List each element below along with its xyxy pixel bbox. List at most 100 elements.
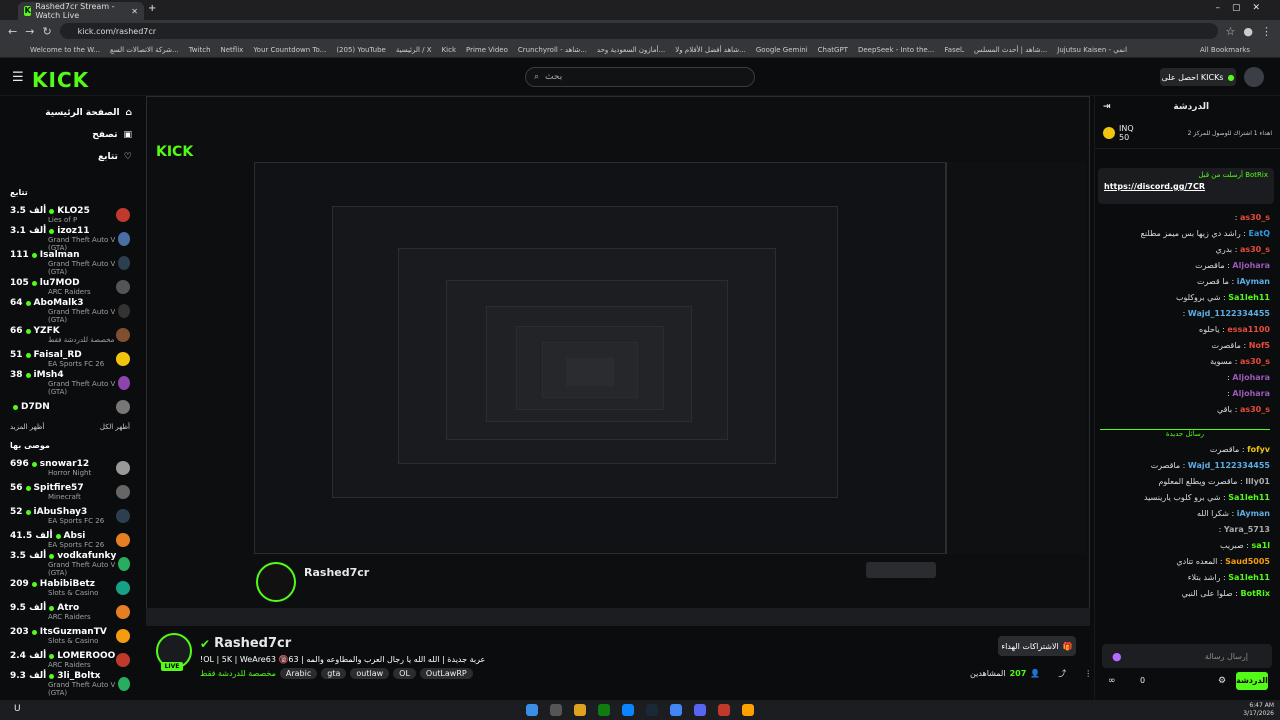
steam-icon[interactable] <box>646 704 658 716</box>
gift-subscriptions-button[interactable]: الاشتراكات الهداء 🎁 <box>998 636 1076 656</box>
share-icon[interactable]: ⤴ <box>1058 668 1066 679</box>
chat-username[interactable]: Sa1leh11 <box>1228 573 1270 582</box>
bookmark-item[interactable]: (205) YouTube <box>336 46 386 54</box>
more-options-icon[interactable]: ⋮ <box>1084 669 1092 678</box>
chat-username[interactable]: iAyman <box>1237 509 1270 518</box>
bookmark-item[interactable]: Jujutsu Kaisen - انمي <box>1057 46 1127 54</box>
window-controls[interactable]: –▢✕ <box>1215 3 1272 13</box>
app-icon[interactable] <box>718 704 730 716</box>
channel-name[interactable]: Rashed7cr <box>214 636 291 651</box>
chat-username[interactable]: Nof5 <box>1249 341 1270 350</box>
send-chat-button[interactable]: الدردشة <box>1236 672 1268 690</box>
sidebar-channel[interactable]: 38 iMsh4 Grand Theft Auto V (GTA) <box>0 370 140 396</box>
chat-username[interactable]: Sa1leh11 <box>1228 493 1270 502</box>
collapse-chat-icon[interactable]: ⇥ <box>1103 102 1111 112</box>
bookmark-item[interactable]: Your Countdown To... <box>253 46 326 54</box>
tag-chip[interactable]: Arabic <box>279 668 318 679</box>
xbox-icon[interactable] <box>598 704 610 716</box>
start-icon[interactable] <box>526 704 538 716</box>
get-kicks-button[interactable]: احصل على KICKs ● <box>1160 68 1236 86</box>
bookmark-star-icon[interactable]: ☆ <box>1226 25 1236 38</box>
bookmark-item[interactable]: ChatGPT <box>818 46 848 54</box>
nav-following[interactable]: ♡ تتابع <box>0 146 140 168</box>
chat-username[interactable]: Wajd_1122334455 <box>1188 309 1270 318</box>
bookmark-item[interactable]: Google Gemini <box>756 46 808 54</box>
sidebar-channel[interactable]: 3.5 ألف KLO25 Lies of P <box>0 203 140 227</box>
profile-icon[interactable]: ● <box>1243 25 1253 38</box>
sidebar-channel[interactable]: 52 iAbuShay3 EA Sports FC 26 <box>0 504 140 528</box>
chat-settings-icon[interactable]: ⚙ <box>1218 676 1226 686</box>
bookmark-item[interactable]: Crunchyroll - شاهد... <box>518 46 587 54</box>
sidebar-channel[interactable]: 696 snowar12 Horror Night <box>0 456 140 480</box>
bookmark-item[interactable]: Netflix <box>221 46 244 54</box>
forward-icon[interactable]: → <box>25 25 34 38</box>
bookmark-item[interactable]: الرئيسية / X <box>396 46 432 54</box>
bookmark-item[interactable]: Twitch <box>189 46 211 54</box>
chat-username[interactable]: Aljohara <box>1232 389 1270 398</box>
chat-username[interactable]: Saud5005 <box>1225 557 1270 566</box>
file-explorer-icon[interactable] <box>574 704 586 716</box>
show-all-link[interactable]: أظهر الكل <box>100 423 130 431</box>
user-avatar[interactable] <box>1244 67 1264 87</box>
app-icon[interactable] <box>742 704 754 716</box>
pinned-link[interactable]: https://discord.gg/7CR <box>1098 182 1274 191</box>
nav-browse[interactable]: ▣ تصفح <box>0 124 140 146</box>
kick-logo[interactable]: KICK <box>32 68 89 92</box>
sidebar-channel[interactable]: 51 Faisal_RD EA Sports FC 26 <box>0 347 140 371</box>
bookmark-item[interactable]: Faselـ <box>944 46 964 54</box>
bookmark-item[interactable]: Welcome to the W... <box>30 46 100 54</box>
sidebar-channel[interactable]: 41.5 ألف Absi EA Sports FC 26 <box>0 528 140 552</box>
sidebar-channel[interactable]: 3.5 ألف vodkafunky Grand Theft Auto V (GTA… <box>0 551 140 577</box>
search-input[interactable]: ⌕ بحث <box>525 67 755 87</box>
hamburger-menu-icon[interactable]: ☰ <box>12 70 24 85</box>
chat-username[interactable]: essa1100 <box>1227 325 1270 334</box>
sidebar-channel[interactable]: 105 lu7MOD ARC Raiders <box>0 275 140 299</box>
bookmark-item[interactable]: شاهد | أحدث المسلس... <box>974 46 1047 54</box>
bookmark-item[interactable]: شركة الاتصالات السع... <box>110 46 179 54</box>
chrome-icon[interactable] <box>670 704 682 716</box>
pinned-message[interactable]: أرسلت من قبل BotRix https://discord.gg/7… <box>1098 168 1274 204</box>
nav-home[interactable]: ⌂ الصفحة الرئيسية <box>0 102 140 124</box>
chat-username[interactable]: as30_s <box>1240 245 1270 254</box>
chat-username[interactable]: iAyman <box>1237 277 1270 286</box>
sidebar-channel[interactable]: 9.3 ألف 3li_Boltx Grand Theft Auto V (GTA) <box>0 671 140 697</box>
menu-icon[interactable]: ⋮ <box>1261 25 1272 38</box>
browser-tab[interactable]: K Rashed7cr Stream - Watch Live ✕ <box>18 2 144 20</box>
bookmark-item[interactable]: أمازون السعودية وحد... <box>597 46 665 54</box>
bookmark-item[interactable]: شاهد أفضل الأفلام ولا... <box>675 46 746 54</box>
chat-username[interactable]: Illy01 <box>1245 477 1270 486</box>
sidebar-channel[interactable]: 56 Spitfire57 Minecraft <box>0 480 140 504</box>
edge-icon[interactable] <box>622 704 634 716</box>
category-link[interactable]: مخصصة للدردشة فقط <box>200 669 276 678</box>
tag-chip[interactable]: OutLawRP <box>419 668 473 679</box>
bookmark-item[interactable]: DeepSeek - Into the... <box>858 46 934 54</box>
chat-username[interactable]: Aljohara <box>1232 373 1270 382</box>
all-bookmarks[interactable]: All Bookmarks <box>1200 46 1250 54</box>
chat-username[interactable]: fofyv <box>1247 445 1270 454</box>
emote-icon[interactable]: ● <box>1112 650 1122 663</box>
chat-users-icon[interactable]: ∞ <box>1108 676 1116 686</box>
discord-icon[interactable] <box>694 704 706 716</box>
tag-chip[interactable]: gta <box>321 668 347 679</box>
chat-username[interactable]: as30_s <box>1240 213 1270 222</box>
chat-username[interactable]: BotRix <box>1241 589 1270 598</box>
sidebar-channel[interactable]: 209 HabibiBetz Slots & Casino <box>0 576 140 600</box>
chat-username[interactable]: as30_s <box>1240 405 1270 414</box>
reload-icon[interactable]: ↻ <box>42 25 51 38</box>
taskview-icon[interactable] <box>550 704 562 716</box>
close-tab-icon[interactable]: ✕ <box>131 7 138 16</box>
sidebar-channel[interactable]: 9.5 ألف Atro ARC Raiders <box>0 600 140 624</box>
sidebar-channel[interactable]: D7DN <box>0 395 140 419</box>
sidebar-channel[interactable]: 66 YZFK مخصصة للدردشة فقط <box>0 323 140 347</box>
new-tab-icon[interactable]: + <box>148 3 156 14</box>
chat-input[interactable]: إرسال رسالة <box>1102 644 1272 668</box>
show-more-link[interactable]: أظهر المزيد <box>10 423 44 431</box>
chat-username[interactable]: sa1l <box>1252 541 1270 550</box>
sidebar-channel[interactable]: 111 Isalman Grand Theft Auto V (GTA) <box>0 250 140 276</box>
sidebar-channel[interactable]: 2.4 ألف LOMEROOO ARC Raiders <box>0 648 140 672</box>
bookmark-item[interactable]: Prime Video <box>466 46 508 54</box>
sidebar-channel[interactable]: 203 ItsGuzmanTV Slots & Casino <box>0 624 140 648</box>
tag-chip[interactable]: outlaw <box>350 668 390 679</box>
sidebar-channel[interactable]: 64 AboMalk3 Grand Theft Auto V (GTA) <box>0 298 140 324</box>
chat-username[interactable]: Aljohara <box>1232 261 1270 270</box>
